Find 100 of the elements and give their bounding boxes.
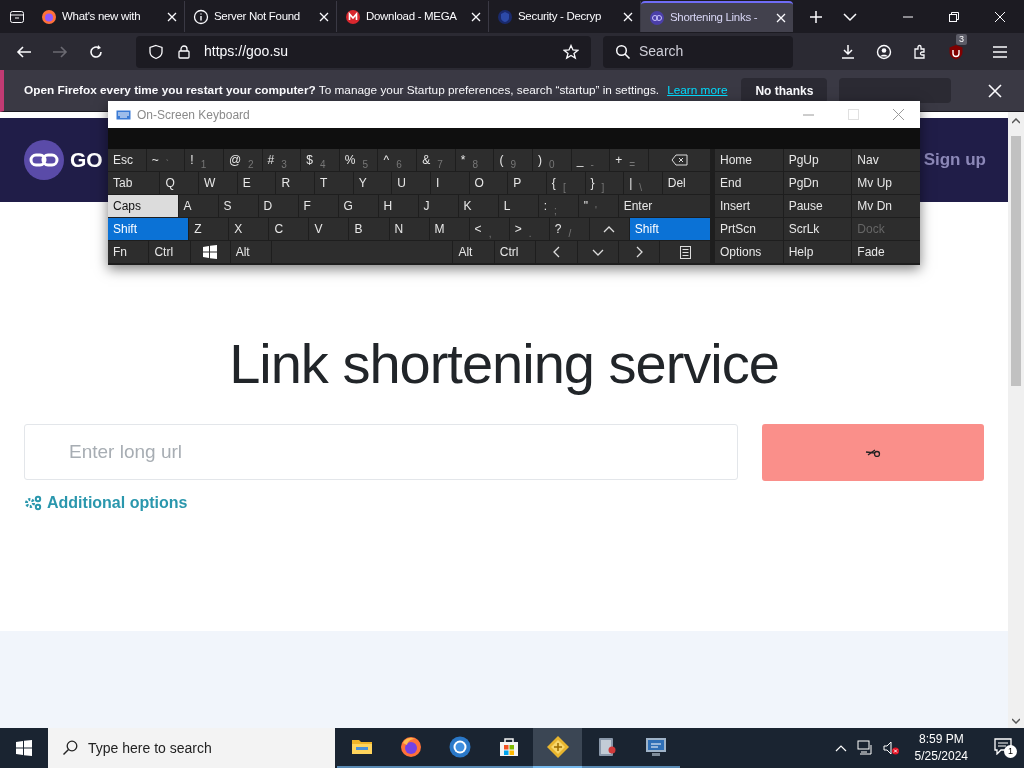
taskbar-search-input[interactable]: Type here to search: [88, 737, 335, 759]
keyboard-key[interactable]: & 7: [417, 149, 455, 171]
back-icon[interactable]: [16, 43, 32, 60]
notifications-icon[interactable]: [994, 738, 1012, 755]
menu-icon[interactable]: [992, 43, 1008, 60]
keyboard-key[interactable]: T: [315, 172, 353, 194]
keyboard-key[interactable]: Insert: [715, 195, 783, 217]
sign-up-link[interactable]: Sign up: [923, 147, 986, 173]
keyboard-key[interactable]: O: [469, 172, 508, 194]
keyboard-key[interactable]: ~ `: [146, 149, 185, 171]
keyboard-key[interactable]: | \: [624, 172, 662, 194]
puzzle-icon[interactable]: [912, 43, 928, 60]
keyboard-key[interactable]: + =: [610, 149, 648, 171]
browser-tab[interactable]: Download - MEGA: [337, 1, 489, 32]
keyboard-key[interactable]: Q: [160, 172, 199, 194]
keyboard-key[interactable]: E: [237, 172, 276, 194]
tab-list-icon[interactable]: [8, 8, 25, 25]
keyboard-key[interactable]: Fade: [852, 241, 920, 263]
keyboard-key[interactable]: Esc: [108, 149, 146, 171]
keyboard-key[interactable]: X: [229, 218, 269, 240]
keyboard-key[interactable]: Del: [662, 172, 711, 194]
keyboard-key[interactable]: " ': [578, 195, 618, 217]
restore-icon[interactable]: [948, 10, 960, 23]
keyboard-key[interactable]: : ;: [538, 195, 578, 217]
learn-more-link[interactable]: Learn more: [667, 81, 728, 100]
keyboard-key[interactable]: R: [276, 172, 314, 194]
keyboard-key[interactable]: # 3: [262, 149, 301, 171]
url-input-field[interactable]: Enter long url: [24, 424, 738, 480]
keyboard-key[interactable]: J: [418, 195, 458, 217]
windows-logo-icon[interactable]: [16, 740, 32, 756]
keyboard-key[interactable]: Enter: [618, 195, 710, 217]
keyboard-key[interactable]: < ,: [469, 218, 509, 240]
keyboard-key[interactable]: { [: [546, 172, 585, 194]
keyboard-key[interactable]: B: [349, 218, 389, 240]
keyboard-key[interactable]: Mv Dn: [852, 195, 920, 217]
keyboard-key[interactable]: Options: [715, 241, 783, 263]
keyboard-key[interactable]: Shift: [629, 218, 711, 240]
keyboard-key[interactable]: [190, 241, 230, 263]
keyboard-key[interactable]: ) 0: [533, 149, 571, 171]
keyboard-key[interactable]: PrtScn: [715, 218, 783, 240]
chevron-up-icon[interactable]: [834, 743, 847, 753]
keyboard-key[interactable]: ? /: [549, 218, 589, 240]
download-icon[interactable]: [840, 43, 856, 60]
keyboard-key[interactable]: Help: [783, 241, 852, 263]
keyboard-key[interactable]: Pause: [783, 195, 852, 217]
account-icon[interactable]: [876, 43, 892, 60]
search-field[interactable]: Search: [603, 35, 793, 68]
keyboard-key[interactable]: ! 1: [185, 149, 223, 171]
scroll-thumb[interactable]: [1011, 136, 1021, 386]
keyboard-key[interactable]: PgUp: [783, 149, 852, 171]
keyboard-key[interactable]: W: [199, 172, 237, 194]
keyboard-key[interactable]: I: [430, 172, 469, 194]
clock[interactable]: 8:59 PM 5/25/2024: [908, 731, 974, 765]
keyboard-key[interactable]: _ -: [571, 149, 610, 171]
scrollbar[interactable]: [1008, 112, 1024, 728]
taskbar-app[interactable]: [533, 728, 582, 768]
keyboard-key[interactable]: Tab: [108, 172, 160, 194]
browser-tab[interactable]: Shortening Links -: [641, 1, 793, 32]
address-bar[interactable]: https://goo.su: [136, 35, 591, 68]
keyboard-key[interactable]: Home: [715, 149, 783, 171]
browser-tab[interactable]: What's new with: [33, 1, 185, 32]
keyboard-key[interactable]: Shift: [108, 218, 189, 240]
keyboard-key[interactable]: H: [378, 195, 418, 217]
keyboard-key[interactable]: % 5: [339, 149, 378, 171]
new-tab-icon[interactable]: [809, 9, 823, 24]
keyboard-key[interactable]: Caps: [108, 195, 178, 217]
scroll-down-icon[interactable]: [1012, 718, 1020, 724]
keyboard-key[interactable]: S: [218, 195, 258, 217]
keyboard-key[interactable]: } ]: [585, 172, 624, 194]
keyboard-key[interactable]: Mv Up: [852, 172, 920, 194]
keyboard-key[interactable]: N: [389, 218, 429, 240]
keyboard-key[interactable]: Ctrl: [149, 241, 190, 263]
shield-icon[interactable]: [948, 43, 964, 60]
keyboard-key[interactable]: Y: [353, 172, 392, 194]
scroll-up-icon[interactable]: [1012, 118, 1020, 124]
keyboard-key[interactable]: C: [269, 218, 309, 240]
keyboard-key[interactable]: PgDn: [783, 172, 852, 194]
no-thanks-button[interactable]: No thanks: [741, 78, 828, 103]
keyboard-key[interactable]: ( 9: [494, 149, 533, 171]
keyboard-key[interactable]: D: [258, 195, 298, 217]
notification-button[interactable]: [839, 78, 952, 103]
keyboard-key[interactable]: G: [338, 195, 378, 217]
keyboard-key[interactable]: P: [508, 172, 546, 194]
search-input[interactable]: Search: [639, 41, 781, 62]
keyboard-key[interactable]: F: [298, 195, 338, 217]
forward-icon[interactable]: [52, 43, 68, 60]
keyboard-key[interactable]: K: [458, 195, 498, 217]
logo-text[interactable]: GO: [70, 144, 103, 176]
keyboard-key[interactable]: Nav: [852, 149, 920, 171]
logo-icon[interactable]: [24, 140, 64, 180]
keyboard-key[interactable]: M: [429, 218, 469, 240]
keyboard-key[interactable]: L: [498, 195, 538, 217]
keyboard-key[interactable]: @ 2: [223, 149, 262, 171]
keyboard-key[interactable]: U: [392, 172, 430, 194]
keyboard-key[interactable]: Alt: [230, 241, 272, 263]
keyboard-key[interactable]: Z: [189, 218, 229, 240]
keyboard-key[interactable]: [660, 241, 710, 263]
keyboard-key[interactable]: > .: [509, 218, 549, 240]
speaker-muted-icon[interactable]: [882, 740, 899, 756]
keyboard-key[interactable]: Fn: [108, 241, 149, 263]
